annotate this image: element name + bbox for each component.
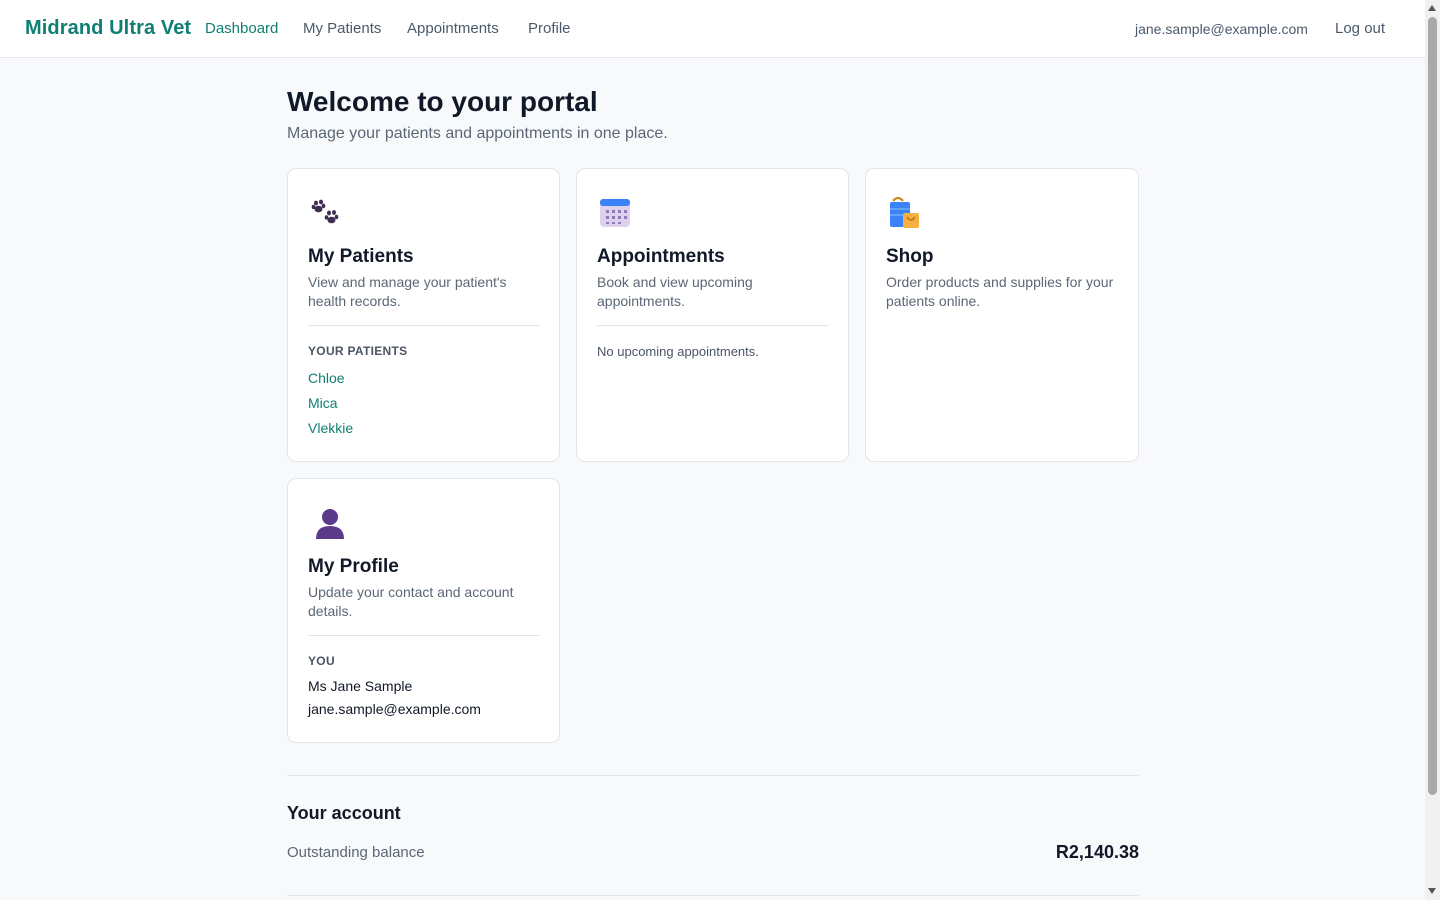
logout-button[interactable]: Log out <box>1335 20 1385 37</box>
scroll-up-icon[interactable] <box>1428 5 1436 11</box>
card-title: My Patients <box>308 246 414 267</box>
nav-appointments[interactable]: Appointments <box>407 20 499 37</box>
shop-card[interactable]: Shop Order products and supplies for you… <box>865 168 1139 462</box>
card-title: Appointments <box>597 246 725 267</box>
account-divider-top <box>287 775 1139 776</box>
profile-email: jane.sample@example.com <box>308 701 481 717</box>
nav-my-patients[interactable]: My Patients <box>303 20 381 37</box>
shopping-bag-icon <box>886 195 922 231</box>
nav-profile[interactable]: Profile <box>528 20 571 37</box>
card-description: Book and view upcoming appointments. <box>597 274 753 309</box>
account-heading: Your account <box>287 803 401 823</box>
card-title: Shop <box>886 246 934 267</box>
balance-label: Outstanding balance <box>287 844 425 861</box>
nav-dashboard[interactable]: Dashboard <box>205 20 278 37</box>
card-description: View and manage your patient's health re… <box>308 274 507 309</box>
scroll-down-icon[interactable] <box>1428 888 1436 894</box>
page-scrollbar[interactable] <box>1425 0 1440 900</box>
account-divider-bottom <box>287 895 1139 896</box>
card-divider <box>308 325 540 326</box>
my-profile-card[interactable]: My Profile Update your contact and accou… <box>287 478 560 743</box>
my-patients-card[interactable]: My Patients View and manage your patient… <box>287 168 560 462</box>
brand-logo[interactable]: Midrand Ultra Vet <box>25 17 191 40</box>
card-title: My Profile <box>308 556 399 577</box>
card-divider <box>308 635 540 636</box>
paw-icon <box>308 195 344 231</box>
no-appointments-text: No upcoming appointments. <box>597 344 759 359</box>
calendar-icon <box>597 195 633 231</box>
patient-link-chloe[interactable]: Chloe <box>308 370 345 386</box>
your-patients-label: YOUR PATIENTS <box>308 344 408 358</box>
balance-value: R2,140.38 <box>1055 842 1139 862</box>
appointments-card[interactable]: Appointments Book and view upcoming appo… <box>576 168 849 462</box>
you-label: YOU <box>308 654 335 668</box>
profile-name: Ms Jane Sample <box>308 678 413 694</box>
patient-link-vlekkie[interactable]: Vlekkie <box>308 420 353 436</box>
card-description: Update your contact and account details. <box>308 584 514 619</box>
person-icon <box>308 505 344 541</box>
page-title: Welcome to your portal <box>287 86 598 117</box>
top-navbar: Midrand Ultra Vet Dashboard My Patients … <box>0 0 1425 58</box>
scroll-thumb[interactable] <box>1428 17 1437 795</box>
patient-link-mica[interactable]: Mica <box>308 395 338 411</box>
page-subtitle: Manage your patients and appointments in… <box>287 125 668 142</box>
card-divider <box>597 325 829 326</box>
user-email: jane.sample@example.com <box>1135 21 1308 37</box>
card-description: Order products and supplies for your pat… <box>886 274 1114 309</box>
